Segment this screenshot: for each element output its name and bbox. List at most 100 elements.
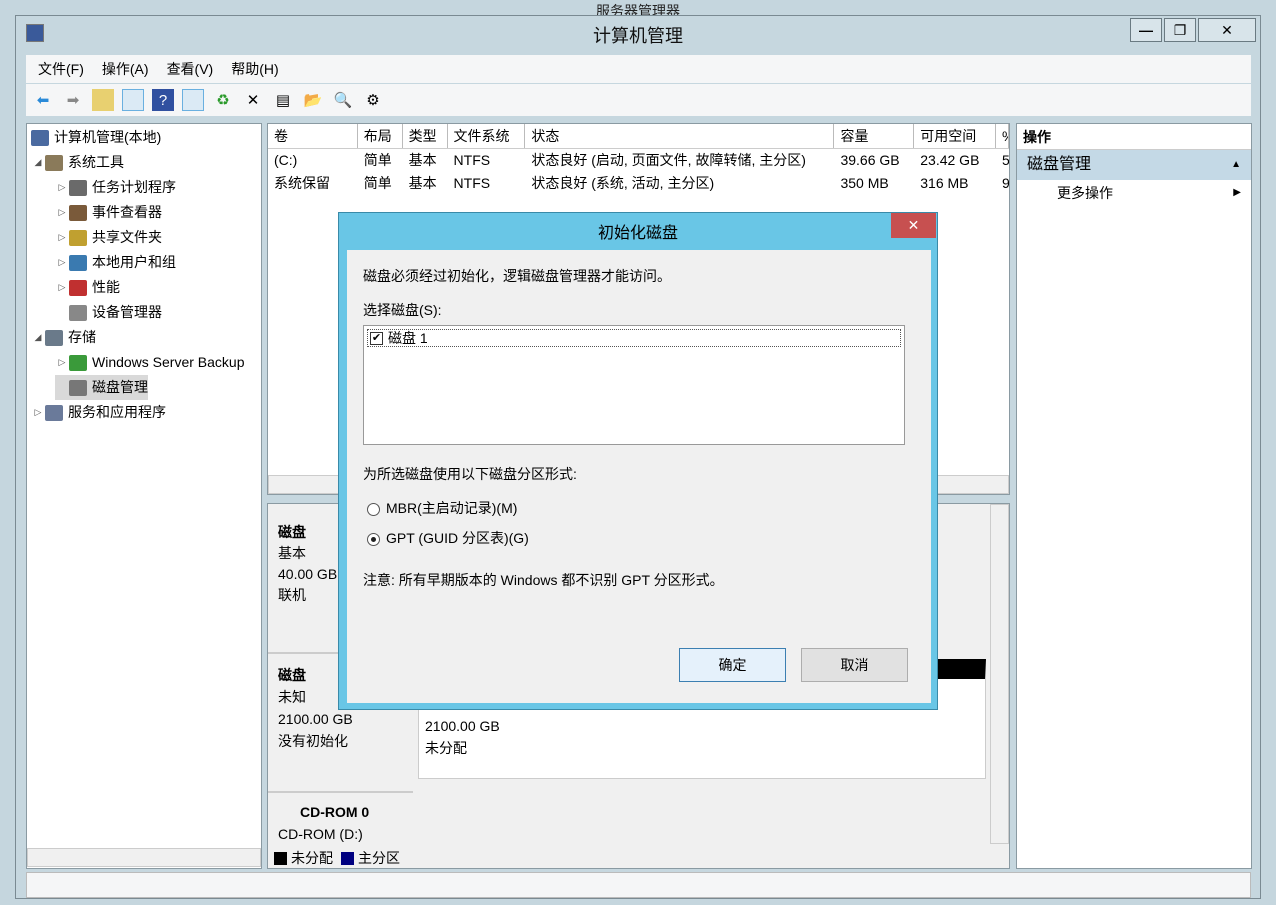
table-cell: NTFS [453,152,491,168]
forward-icon[interactable]: ➡ [62,89,84,111]
properties-icon[interactable]: ▤ [272,89,294,111]
column-header[interactable]: 类型 [403,124,448,148]
tree-item-label: 任务计划程序 [92,179,176,195]
node-icon [45,154,63,171]
initialize-disk-dialog: 初始化磁盘 ✕ 磁盘必须经过初始化，逻辑磁盘管理器才能访问。 选择磁盘(S): … [338,212,938,710]
delete-icon[interactable]: ✕ [242,89,264,111]
node-icon [69,279,87,296]
column-header[interactable]: 卷 [268,124,358,148]
refresh-icon[interactable]: ♻ [212,89,234,111]
table-cell: 简单 [363,175,392,191]
search-icon[interactable]: 🔍 [332,89,354,111]
column-header[interactable]: 可用空间 [914,124,997,148]
tree-item-label: 本地用户和组 [92,254,176,270]
server-manager-title: 服务器管理器 [596,3,680,16]
toolbar: ⬅ ➡ ? ♻ ✕ ▤ 📂 🔍 ⚙ [26,84,1251,116]
expand-icon[interactable]: ▷ [55,200,69,225]
close-button[interactable]: ✕ [1198,18,1256,42]
tree-item-label: 服务和应用程序 [68,404,166,420]
minimize-button[interactable]: — [1130,18,1162,42]
expand-icon[interactable]: ▷ [55,250,69,275]
table-cell: 简单 [363,152,392,168]
expand-icon[interactable]: ▷ [55,350,69,375]
show-action-pane-icon[interactable] [182,89,204,111]
tree-item[interactable]: ▷ Windows Server Backup [27,350,261,375]
navigation-tree: 计算机管理(本地) ◢ 系统工具 ▷ 任务计划程序 ▷ 事件查看器 ▷ 共享文件夹 ▷ 本地用户和… [26,123,262,869]
tree-root-label: 计算机管理(本地) [54,129,162,145]
disk-checkbox[interactable]: ✔ [370,331,383,345]
table-cell: 39.66 GB [840,152,900,168]
cdrom-type: CD-ROM (D:) [278,826,363,842]
column-header[interactable]: 布局 [358,124,403,148]
table-cell: 23.42 GB [920,152,980,168]
table-cell: 基本 [408,152,437,168]
tree-item[interactable]: ▷ 性能 [27,275,261,300]
expand-icon[interactable]: ▷ [55,175,69,200]
tree-horizontal-scrollbar[interactable] [27,848,261,867]
actions-header: 操作 [1017,124,1251,150]
tree-item[interactable]: 磁盘管理 [55,375,148,400]
table-row[interactable]: (C:) 简单 基本 NTFS 状态良好 (启动, 页面文件, 故障转储, 主分区) 39… [268,149,1009,172]
select-disk-label: 选择磁盘(S): [363,302,442,318]
more-actions[interactable]: 更多操作 ▶ [1017,180,1251,206]
mbr-option[interactable]: MBR(主启动记录)(M) [367,498,517,518]
tree-item[interactable]: ◢ 系统工具 [27,150,261,175]
tree-item[interactable]: ▷ 共享文件夹 [27,225,261,250]
show-hide-tree-icon[interactable] [122,89,144,111]
expand-icon[interactable]: ▷ [31,400,45,425]
cdrom-name: CD-ROM 0 [300,804,370,820]
node-icon [45,329,63,346]
tree-item[interactable]: ◢ 存储 [27,325,261,350]
dialog-close-button[interactable]: ✕ [891,213,936,238]
expand-icon[interactable]: ◢ [31,150,45,175]
gpt-option[interactable]: GPT (GUID 分区表)(G) [367,528,529,548]
tree-item-label: 事件查看器 [92,204,162,220]
disk-vertical-scrollbar[interactable] [990,504,1009,844]
maximize-button[interactable]: ❐ [1164,18,1196,42]
open-icon[interactable]: 📂 [302,89,324,111]
status-bar [26,872,1251,898]
expand-icon[interactable]: ▷ [55,275,69,300]
tree-item[interactable]: ▷ 任务计划程序 [27,175,261,200]
column-header[interactable]: 容量 [834,124,915,148]
table-row[interactable]: 系统保留 简单 基本 NTFS 状态良好 (系统, 活动, 主分区) 350 MB 316 … [268,172,1009,195]
chevron-right-icon: ▶ [1233,187,1241,198]
column-header[interactable]: % [996,124,1010,148]
menu-file[interactable]: 文件(F) [38,59,84,79]
expand-icon[interactable]: ▷ [55,225,69,250]
tree-item[interactable]: 设备管理器 [27,300,261,325]
gpt-label: GPT (GUID 分区表)(G) [386,530,529,546]
table-cell: 5 [1002,152,1010,168]
ok-button[interactable]: 确定 [679,648,786,682]
tree-item[interactable]: ▷ 本地用户和组 [27,250,261,275]
mbr-radio[interactable] [367,502,380,516]
tree-root[interactable]: 计算机管理(本地) [27,125,261,150]
column-header[interactable]: 状态 [525,124,835,148]
legend-swatch-unallocated [274,851,287,865]
node-icon [69,379,87,396]
tree-item[interactable]: ▷ 服务和应用程序 [27,400,261,425]
tree-item-label: Windows Server Backup [92,354,245,370]
tree-item-label: 存储 [68,329,96,345]
table-cell: 350 MB [840,175,889,191]
tree-item-label: 共享文件夹 [92,229,162,245]
back-icon[interactable]: ⬅ [32,89,54,111]
tree-item-label: 磁盘管理 [92,379,148,395]
menu-help[interactable]: 帮助(H) [231,59,278,79]
gpt-radio[interactable] [367,532,380,546]
menu-action[interactable]: 操作(A) [102,59,149,79]
tree-item[interactable]: ▷ 事件查看器 [27,200,261,225]
legend-unallocated: 未分配 [291,850,333,866]
tree-item-label: 系统工具 [68,154,124,170]
expand-icon[interactable]: ◢ [31,325,45,350]
up-icon[interactable] [92,89,114,111]
column-header[interactable]: 文件系统 [448,124,526,148]
node-icon [69,304,87,321]
mbr-label: MBR(主启动记录)(M) [386,500,518,516]
menu-view[interactable]: 查看(V) [167,59,214,79]
actions-section-disk-management[interactable]: 磁盘管理 ▲ [1017,150,1251,180]
help-icon[interactable]: ? [152,89,174,111]
disk-list-item[interactable]: ✔ 磁盘 1 [367,329,901,347]
cancel-button[interactable]: 取消 [801,648,908,682]
settings-icon[interactable]: ⚙ [362,89,384,111]
